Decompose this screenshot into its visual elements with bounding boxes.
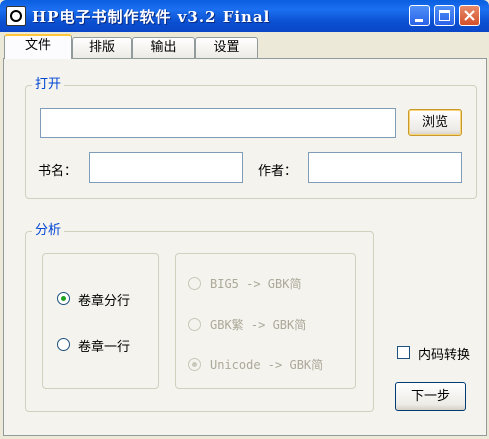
close-icon (464, 10, 475, 21)
book-name-input[interactable] (89, 152, 243, 183)
chapter-one-line-radio[interactable] (57, 338, 70, 351)
internal-code-convert-label[interactable]: 内码转换 (418, 344, 470, 363)
author-label: 作者： (258, 164, 298, 179)
window-title: HP电子书制作软件 v3.2 Final (32, 8, 271, 26)
next-step-button[interactable]: 下一步 (395, 382, 466, 411)
book-name-label: 书名： (38, 164, 78, 179)
internal-code-convert-checkbox[interactable] (397, 346, 410, 359)
tab-settings[interactable]: 设置 (195, 37, 258, 58)
maximize-button[interactable] (434, 5, 455, 26)
chapter-mode-box (42, 253, 159, 389)
gbk-trad-to-simp-label[interactable]: GBK繁 -> GBK简 (210, 316, 306, 333)
browse-button[interactable]: 浏览 (408, 109, 462, 136)
tab-output[interactable]: 输出 (132, 37, 195, 58)
tab-file[interactable]: 文件 (4, 34, 72, 59)
open-group-legend: 打开 (32, 73, 65, 92)
close-button[interactable] (459, 5, 480, 26)
chapter-split-label[interactable]: 卷章分行 (78, 290, 130, 309)
unicode-to-gbk-label[interactable]: Unicode -> GBK简 (210, 356, 323, 373)
gbk-trad-to-simp-radio[interactable] (188, 318, 201, 331)
minimize-button[interactable] (409, 5, 430, 26)
chapter-split-radio[interactable] (57, 292, 70, 305)
tab-layout[interactable]: 排版 (72, 37, 132, 58)
author-input[interactable] (308, 152, 462, 183)
chapter-one-line-label[interactable]: 卷章一行 (78, 336, 130, 355)
title-bar[interactable]: HP电子书制作软件 v3.2 Final (0, 0, 489, 32)
analysis-group-legend: 分析 (32, 219, 65, 238)
app-icon[interactable] (6, 6, 26, 26)
unicode-to-gbk-radio[interactable] (188, 358, 201, 371)
big5-to-gbk-radio[interactable] (188, 277, 201, 290)
maximize-icon (439, 10, 450, 21)
minimize-icon (415, 19, 423, 22)
file-path-input[interactable] (40, 108, 396, 138)
big5-to-gbk-label[interactable]: BIG5 -> GBK简 (210, 275, 301, 292)
